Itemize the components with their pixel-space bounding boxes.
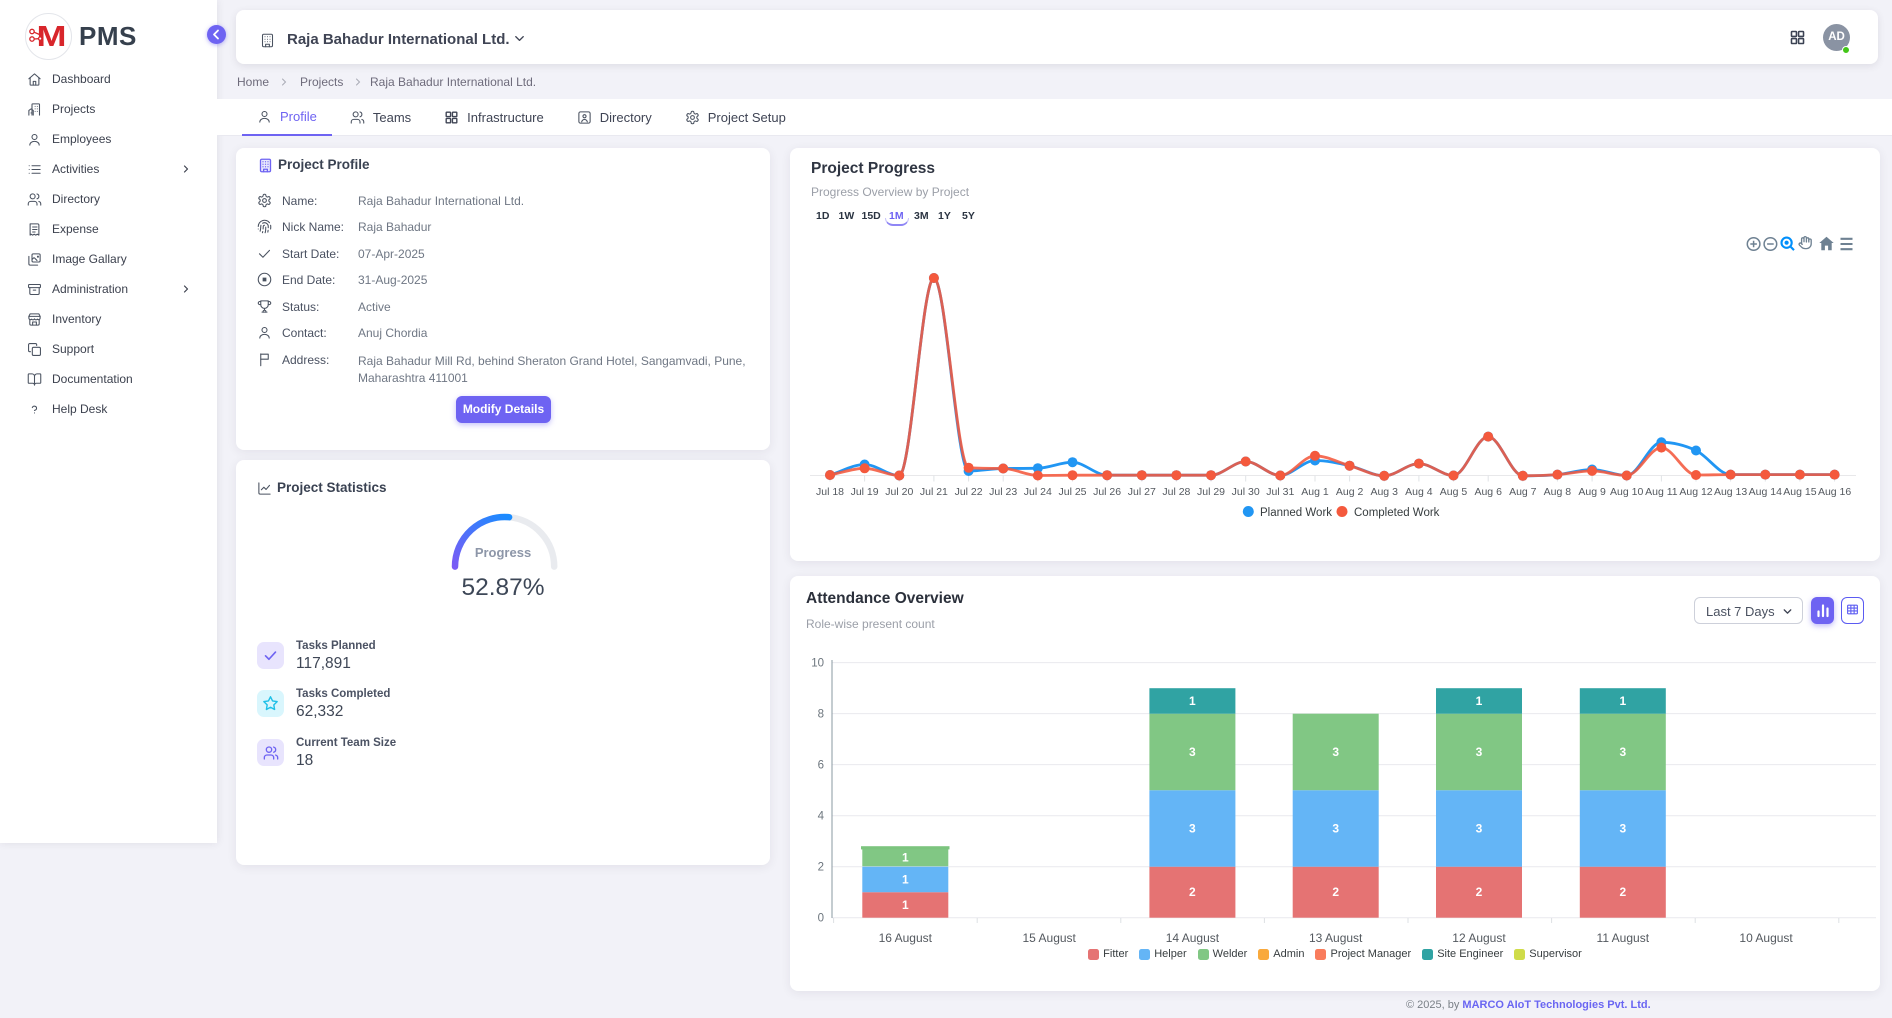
svg-text:16 August: 16 August <box>879 931 933 945</box>
svg-text:14 August: 14 August <box>1166 931 1220 945</box>
svg-text:3: 3 <box>1619 822 1626 836</box>
svg-text:Aug 7: Aug 7 <box>1509 486 1537 498</box>
svg-text:Aug 5: Aug 5 <box>1440 486 1468 498</box>
svg-text:Aug 8: Aug 8 <box>1544 486 1572 498</box>
svg-text:Aug 15: Aug 15 <box>1783 486 1816 498</box>
svg-text:0: 0 <box>818 913 824 925</box>
svg-text:Jul 29: Jul 29 <box>1197 486 1225 498</box>
svg-text:Jul 18: Jul 18 <box>816 486 844 498</box>
svg-text:Jul 31: Jul 31 <box>1266 486 1294 498</box>
svg-text:3: 3 <box>1189 745 1196 759</box>
svg-text:15 August: 15 August <box>1023 931 1077 945</box>
svg-text:3: 3 <box>1332 822 1339 836</box>
svg-text:2: 2 <box>1476 885 1483 899</box>
svg-text:1: 1 <box>1189 694 1196 708</box>
svg-text:2: 2 <box>1332 885 1339 899</box>
svg-text:Jul 23: Jul 23 <box>989 486 1017 498</box>
svg-text:Jul 30: Jul 30 <box>1232 486 1260 498</box>
svg-text:1: 1 <box>902 873 909 887</box>
svg-text:Jul 19: Jul 19 <box>851 486 879 498</box>
svg-text:3: 3 <box>1332 745 1339 759</box>
svg-text:2: 2 <box>818 862 824 874</box>
svg-text:Jul 22: Jul 22 <box>955 486 983 498</box>
svg-text:2: 2 <box>1619 885 1626 899</box>
svg-text:12 August: 12 August <box>1452 931 1506 945</box>
svg-text:1: 1 <box>902 851 909 865</box>
svg-text:Jul 27: Jul 27 <box>1128 486 1156 498</box>
svg-text:Completed Work: Completed Work <box>1354 507 1440 519</box>
svg-text:Aug 2: Aug 2 <box>1336 486 1364 498</box>
svg-text:Planned Work: Planned Work <box>1260 507 1332 519</box>
svg-text:6: 6 <box>818 760 824 772</box>
svg-text:2: 2 <box>1189 885 1196 899</box>
svg-text:3: 3 <box>1189 822 1196 836</box>
svg-text:3: 3 <box>1476 822 1483 836</box>
svg-text:Aug 3: Aug 3 <box>1370 486 1398 498</box>
svg-text:Jul 26: Jul 26 <box>1093 486 1121 498</box>
svg-text:8: 8 <box>818 709 824 721</box>
svg-text:1: 1 <box>1476 694 1483 708</box>
svg-text:Aug 13: Aug 13 <box>1714 486 1747 498</box>
svg-text:10: 10 <box>811 658 824 670</box>
svg-text:Jul 28: Jul 28 <box>1162 486 1190 498</box>
svg-text:Aug 14: Aug 14 <box>1749 486 1782 498</box>
svg-text:Aug 12: Aug 12 <box>1679 486 1712 498</box>
svg-text:3: 3 <box>1619 745 1626 759</box>
svg-text:4: 4 <box>818 811 825 823</box>
svg-text:10 August: 10 August <box>1739 931 1793 945</box>
svg-text:1: 1 <box>1619 694 1626 708</box>
svg-text:Jul 24: Jul 24 <box>1024 486 1052 498</box>
svg-text:Aug 4: Aug 4 <box>1405 486 1433 498</box>
svg-text:Jul 20: Jul 20 <box>885 486 913 498</box>
svg-text:3: 3 <box>1476 745 1483 759</box>
svg-text:Aug 6: Aug 6 <box>1474 486 1502 498</box>
svg-text:Aug 1: Aug 1 <box>1301 486 1329 498</box>
svg-text:Aug 10: Aug 10 <box>1610 486 1643 498</box>
svg-text:Aug 16: Aug 16 <box>1818 486 1851 498</box>
svg-text:Jul 21: Jul 21 <box>920 486 948 498</box>
svg-text:Jul 25: Jul 25 <box>1058 486 1086 498</box>
svg-text:11 August: 11 August <box>1597 931 1650 945</box>
svg-text:13 August: 13 August <box>1309 931 1363 945</box>
svg-text:Aug 9: Aug 9 <box>1578 486 1606 498</box>
svg-text:1: 1 <box>902 898 909 912</box>
svg-text:Aug 11: Aug 11 <box>1645 486 1678 498</box>
